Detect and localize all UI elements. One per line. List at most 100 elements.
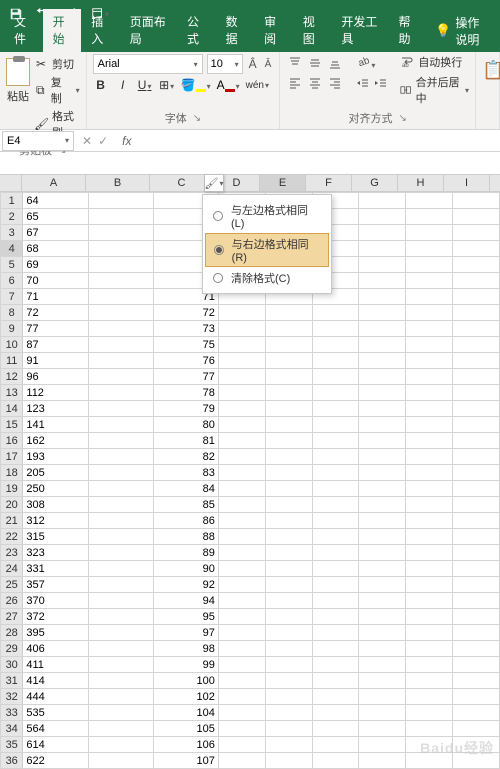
row-header[interactable]: 16 xyxy=(1,433,23,449)
cell-D20[interactable] xyxy=(218,497,265,513)
cell-E14[interactable] xyxy=(265,401,312,417)
cell-B33[interactable] xyxy=(88,705,153,721)
cell-E10[interactable] xyxy=(265,337,312,353)
enter-formula-button[interactable]: ✓ xyxy=(98,134,108,148)
cell-G23[interactable] xyxy=(359,545,406,561)
row-header[interactable]: 1 xyxy=(1,193,23,209)
tab-file[interactable]: 文件 xyxy=(4,9,43,52)
cell-E13[interactable] xyxy=(265,385,312,401)
cell-B18[interactable] xyxy=(88,465,153,481)
cell-C10[interactable]: 75 xyxy=(153,337,218,353)
cell-G28[interactable] xyxy=(359,625,406,641)
row-header[interactable]: 19 xyxy=(1,481,23,497)
cell-H27[interactable] xyxy=(406,609,453,625)
decrease-font-button[interactable]: Ǎ xyxy=(263,59,274,70)
cell-D14[interactable] xyxy=(218,401,265,417)
fill-color-button[interactable]: 🪣▾ xyxy=(181,78,211,92)
row-header[interactable]: 3 xyxy=(1,225,23,241)
cell-E20[interactable] xyxy=(265,497,312,513)
cell-I22[interactable] xyxy=(453,529,500,545)
cell-D10[interactable] xyxy=(218,337,265,353)
name-box[interactable]: E4▾ xyxy=(2,131,74,151)
cell-E32[interactable] xyxy=(265,689,312,705)
cell-I5[interactable] xyxy=(453,257,500,273)
cell-G26[interactable] xyxy=(359,593,406,609)
cell-B36[interactable] xyxy=(88,753,153,769)
cell-E9[interactable] xyxy=(265,321,312,337)
cell-B20[interactable] xyxy=(88,497,153,513)
cell-A21[interactable]: 312 xyxy=(23,513,88,529)
cell-E34[interactable] xyxy=(265,721,312,737)
cell-A13[interactable]: 112 xyxy=(23,385,88,401)
tell-me[interactable]: 💡操作说明 xyxy=(427,10,496,52)
cell-H22[interactable] xyxy=(406,529,453,545)
cell-G30[interactable] xyxy=(359,657,406,673)
cell-B23[interactable] xyxy=(88,545,153,561)
cell-E31[interactable] xyxy=(265,673,312,689)
cell-C29[interactable]: 98 xyxy=(153,641,218,657)
row-header[interactable]: 28 xyxy=(1,625,23,641)
row-header[interactable]: 14 xyxy=(1,401,23,417)
cell-B32[interactable] xyxy=(88,689,153,705)
cell-I26[interactable] xyxy=(453,593,500,609)
cell-A23[interactable]: 323 xyxy=(23,545,88,561)
row-header[interactable]: 36 xyxy=(1,753,23,769)
number-format-icon[interactable]: 📋 xyxy=(482,54,493,81)
cell-G4[interactable] xyxy=(359,241,406,257)
cell-G10[interactable] xyxy=(359,337,406,353)
cell-E15[interactable] xyxy=(265,417,312,433)
cell-I21[interactable] xyxy=(453,513,500,529)
cell-A16[interactable]: 162 xyxy=(23,433,88,449)
italic-button[interactable]: I xyxy=(115,78,131,92)
cell-G34[interactable] xyxy=(359,721,406,737)
cell-H23[interactable] xyxy=(406,545,453,561)
cell-E30[interactable] xyxy=(265,657,312,673)
row-header[interactable]: 31 xyxy=(1,673,23,689)
cell-C31[interactable]: 100 xyxy=(153,673,218,689)
cell-B27[interactable] xyxy=(88,609,153,625)
cell-D33[interactable] xyxy=(218,705,265,721)
cell-G18[interactable] xyxy=(359,465,406,481)
cell-G36[interactable] xyxy=(359,753,406,769)
cell-D8[interactable] xyxy=(218,305,265,321)
col-header-H[interactable]: H xyxy=(398,175,444,191)
cell-A9[interactable]: 77 xyxy=(23,321,88,337)
cut-button[interactable]: ✂剪切 xyxy=(34,56,80,72)
cell-A24[interactable]: 331 xyxy=(23,561,88,577)
cell-B9[interactable] xyxy=(88,321,153,337)
row-header[interactable]: 6 xyxy=(1,273,23,289)
cell-D15[interactable] xyxy=(218,417,265,433)
cell-B30[interactable] xyxy=(88,657,153,673)
cell-B7[interactable] xyxy=(88,289,153,305)
decrease-indent-button[interactable] xyxy=(356,77,370,96)
cell-H31[interactable] xyxy=(406,673,453,689)
cell-I31[interactable] xyxy=(453,673,500,689)
cell-G14[interactable] xyxy=(359,401,406,417)
cell-D25[interactable] xyxy=(218,577,265,593)
cell-F12[interactable] xyxy=(312,369,359,385)
align-top-button[interactable] xyxy=(286,54,304,72)
fx-icon[interactable]: fx xyxy=(116,134,137,148)
cell-D29[interactable] xyxy=(218,641,265,657)
cell-I18[interactable] xyxy=(453,465,500,481)
cell-D31[interactable] xyxy=(218,673,265,689)
row-header[interactable]: 32 xyxy=(1,689,23,705)
cell-I10[interactable] xyxy=(453,337,500,353)
cell-B17[interactable] xyxy=(88,449,153,465)
cell-C35[interactable]: 106 xyxy=(153,737,218,753)
cell-A15[interactable]: 141 xyxy=(23,417,88,433)
cell-G6[interactable] xyxy=(359,273,406,289)
cell-G12[interactable] xyxy=(359,369,406,385)
cell-G2[interactable] xyxy=(359,209,406,225)
cell-G29[interactable] xyxy=(359,641,406,657)
underline-button[interactable]: U▾ xyxy=(137,78,153,92)
row-header[interactable]: 21 xyxy=(1,513,23,529)
cell-E36[interactable] xyxy=(265,753,312,769)
cell-A29[interactable]: 406 xyxy=(23,641,88,657)
cell-H6[interactable] xyxy=(406,273,453,289)
cell-E22[interactable] xyxy=(265,529,312,545)
cell-C11[interactable]: 76 xyxy=(153,353,218,369)
cell-E8[interactable] xyxy=(265,305,312,321)
cell-C9[interactable]: 73 xyxy=(153,321,218,337)
row-header[interactable]: 5 xyxy=(1,257,23,273)
